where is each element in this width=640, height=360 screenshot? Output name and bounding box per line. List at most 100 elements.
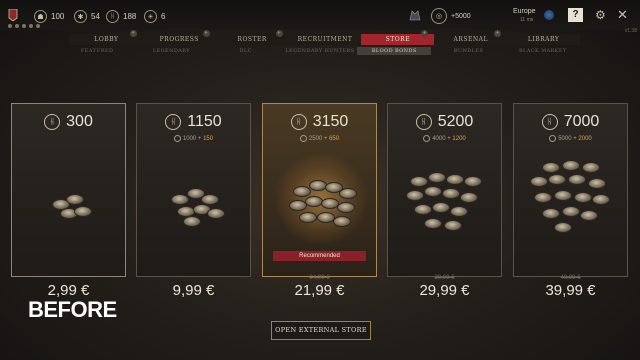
- globe-icon[interactable]: [544, 10, 554, 20]
- coin-icon: [574, 192, 592, 203]
- pack-amount: ᚺ 7000: [514, 113, 627, 131]
- coin-icon: [428, 172, 446, 183]
- pack-amount-value: 3150: [312, 113, 349, 130]
- coin-icon: [568, 174, 586, 185]
- subtab-dlc[interactable]: DLC: [209, 47, 283, 55]
- coin-icon: [414, 204, 432, 215]
- pack-card[interactable]: ᚺ 5200 4000 + 1200 39,99 €: [387, 103, 502, 281]
- tab-lobby-label: LOBBY: [94, 36, 119, 43]
- coin-icon: [562, 206, 580, 217]
- pack-bonus-value: + 2000: [573, 136, 592, 143]
- pack-card[interactable]: ᚺ 1150 1000 + 150: [136, 103, 251, 277]
- coin-pile-image: [388, 154, 501, 254]
- blood-bond-icon: [549, 135, 557, 142]
- coin-icon: [333, 216, 351, 227]
- settings-gear-icon[interactable]: ⚙: [595, 8, 606, 22]
- tab-arsenal-label: ARSENAL: [453, 36, 488, 43]
- plus-icon: +: [421, 30, 429, 37]
- pack-old-price: 24,99 €: [309, 275, 330, 281]
- pack-amount-value: 1150: [187, 113, 222, 130]
- tab-library-label: LIBRARY: [527, 36, 560, 43]
- coin-pile-image: [137, 154, 250, 254]
- tab-roster[interactable]: ROSTER +: [216, 30, 289, 45]
- character-count[interactable]: ☗ 100: [34, 10, 64, 23]
- subtab-legendary-hunters[interactable]: LEGENDARY HUNTERS: [283, 47, 357, 55]
- coin-icon: [450, 206, 468, 217]
- region-label[interactable]: Europe: [513, 8, 536, 15]
- blood-bond-icon: ᚺ: [541, 114, 558, 130]
- currency-bonus[interactable]: ◎ +5000: [431, 8, 471, 24]
- pack-old-price: 39,99 €: [434, 275, 455, 281]
- coin-icon: [542, 208, 560, 219]
- coin-icon: [299, 212, 317, 223]
- pack-bonus: 1000 + 150: [137, 135, 250, 142]
- coin-icon: [554, 190, 572, 201]
- coin-icon: [580, 210, 598, 221]
- pack-bonus-value: + 1200: [447, 136, 466, 143]
- tab-recruitment[interactable]: RECRUITMENT: [289, 34, 362, 45]
- cog-currency-value: 54: [91, 12, 100, 21]
- tab-progress-label: PROGRESS: [159, 36, 199, 43]
- plus-icon: +: [275, 30, 283, 37]
- blood-bond-icon: ᚺ: [290, 114, 307, 130]
- pack-amount: ᚺ 5200: [388, 113, 501, 131]
- subtab-bundles[interactable]: BUNDLES: [431, 47, 505, 55]
- plus-icon: +: [202, 30, 210, 37]
- pack-card-selected[interactable]: ᚺ 3150 2500 + 650 Recommended 24,99 €: [262, 103, 377, 281]
- sun-currency-value: 6: [161, 12, 166, 21]
- coin-stack-icon: ◎: [431, 8, 447, 24]
- pack-card[interactable]: ᚺ 300: [11, 103, 126, 277]
- pack-bonus-value: + 150: [197, 136, 214, 143]
- subtab-black-market[interactable]: BLACK MARKET: [506, 47, 580, 55]
- pack-old-price: 49,99 €: [560, 275, 581, 281]
- pack-amount: ᚺ 3150: [263, 113, 376, 131]
- close-icon[interactable]: ✕: [617, 7, 628, 23]
- coin-icon: [293, 186, 311, 197]
- coin-pile-image: [263, 154, 376, 254]
- coin-icon: [562, 160, 580, 171]
- tab-library[interactable]: LIBRARY: [507, 34, 580, 45]
- recommended-badge: Recommended: [273, 251, 366, 261]
- subtab-legendary[interactable]: LEGENDARY: [134, 47, 208, 55]
- tab-progress[interactable]: PROGRESS +: [143, 30, 216, 45]
- coin-icon: [588, 178, 606, 189]
- tab-lobby[interactable]: LOBBY +: [70, 30, 143, 45]
- coin-icon: [554, 222, 572, 233]
- currency-bonus-value: +5000: [451, 12, 471, 20]
- open-external-store-button[interactable]: OPEN EXTERNAL STORE: [271, 321, 371, 340]
- pack-bonus: 5000 + 2000: [514, 135, 627, 142]
- coin-icon: [548, 174, 566, 185]
- coin-pile-image: [514, 154, 627, 254]
- plus-icon: +: [494, 30, 502, 37]
- main-nav: LOBBY + PROGRESS + ROSTER + RECRUITMENT STO…: [70, 30, 580, 45]
- sun-currency-icon: ☀: [144, 10, 157, 23]
- pack-price: 9,99 €: [172, 282, 215, 299]
- coin-icon: [542, 162, 560, 173]
- coin-icon: [337, 202, 355, 213]
- help-button[interactable]: ?: [568, 8, 583, 22]
- coin-icon: [464, 176, 482, 187]
- blood-bond-icon: [299, 135, 307, 142]
- pack-base-value: 1000: [182, 136, 197, 143]
- wolf-emblem-icon: [408, 8, 422, 27]
- pack-amount-value: 7000: [563, 113, 600, 130]
- coin-icon: [410, 176, 428, 187]
- coin-icon: [406, 190, 424, 201]
- coin-icon: [432, 202, 450, 213]
- before-overlay-label: BEFORE: [28, 297, 117, 322]
- coin-icon: [339, 188, 357, 199]
- tab-recruitment-label: RECRUITMENT: [297, 36, 353, 43]
- tab-store[interactable]: STORE +: [361, 30, 435, 45]
- pack-base-value: 4000: [432, 136, 446, 143]
- pack-price: 21,99 €: [294, 282, 345, 299]
- tab-arsenal[interactable]: ARSENAL +: [434, 30, 507, 45]
- banner-icon: [8, 9, 18, 21]
- coin-icon: [183, 216, 201, 227]
- pack-amount: ᚺ 300: [12, 113, 125, 131]
- cog-currency-icon: ✱: [74, 10, 87, 23]
- subtab-blood-bonds[interactable]: BLOOD BONDS: [357, 47, 432, 55]
- pack-card[interactable]: ᚺ 7000 5000 + 2000 49,99 €: [513, 103, 628, 281]
- coin-icon: [444, 220, 462, 231]
- character-icon: ☗: [34, 10, 47, 23]
- subtab-featured[interactable]: FEATURED: [60, 47, 134, 55]
